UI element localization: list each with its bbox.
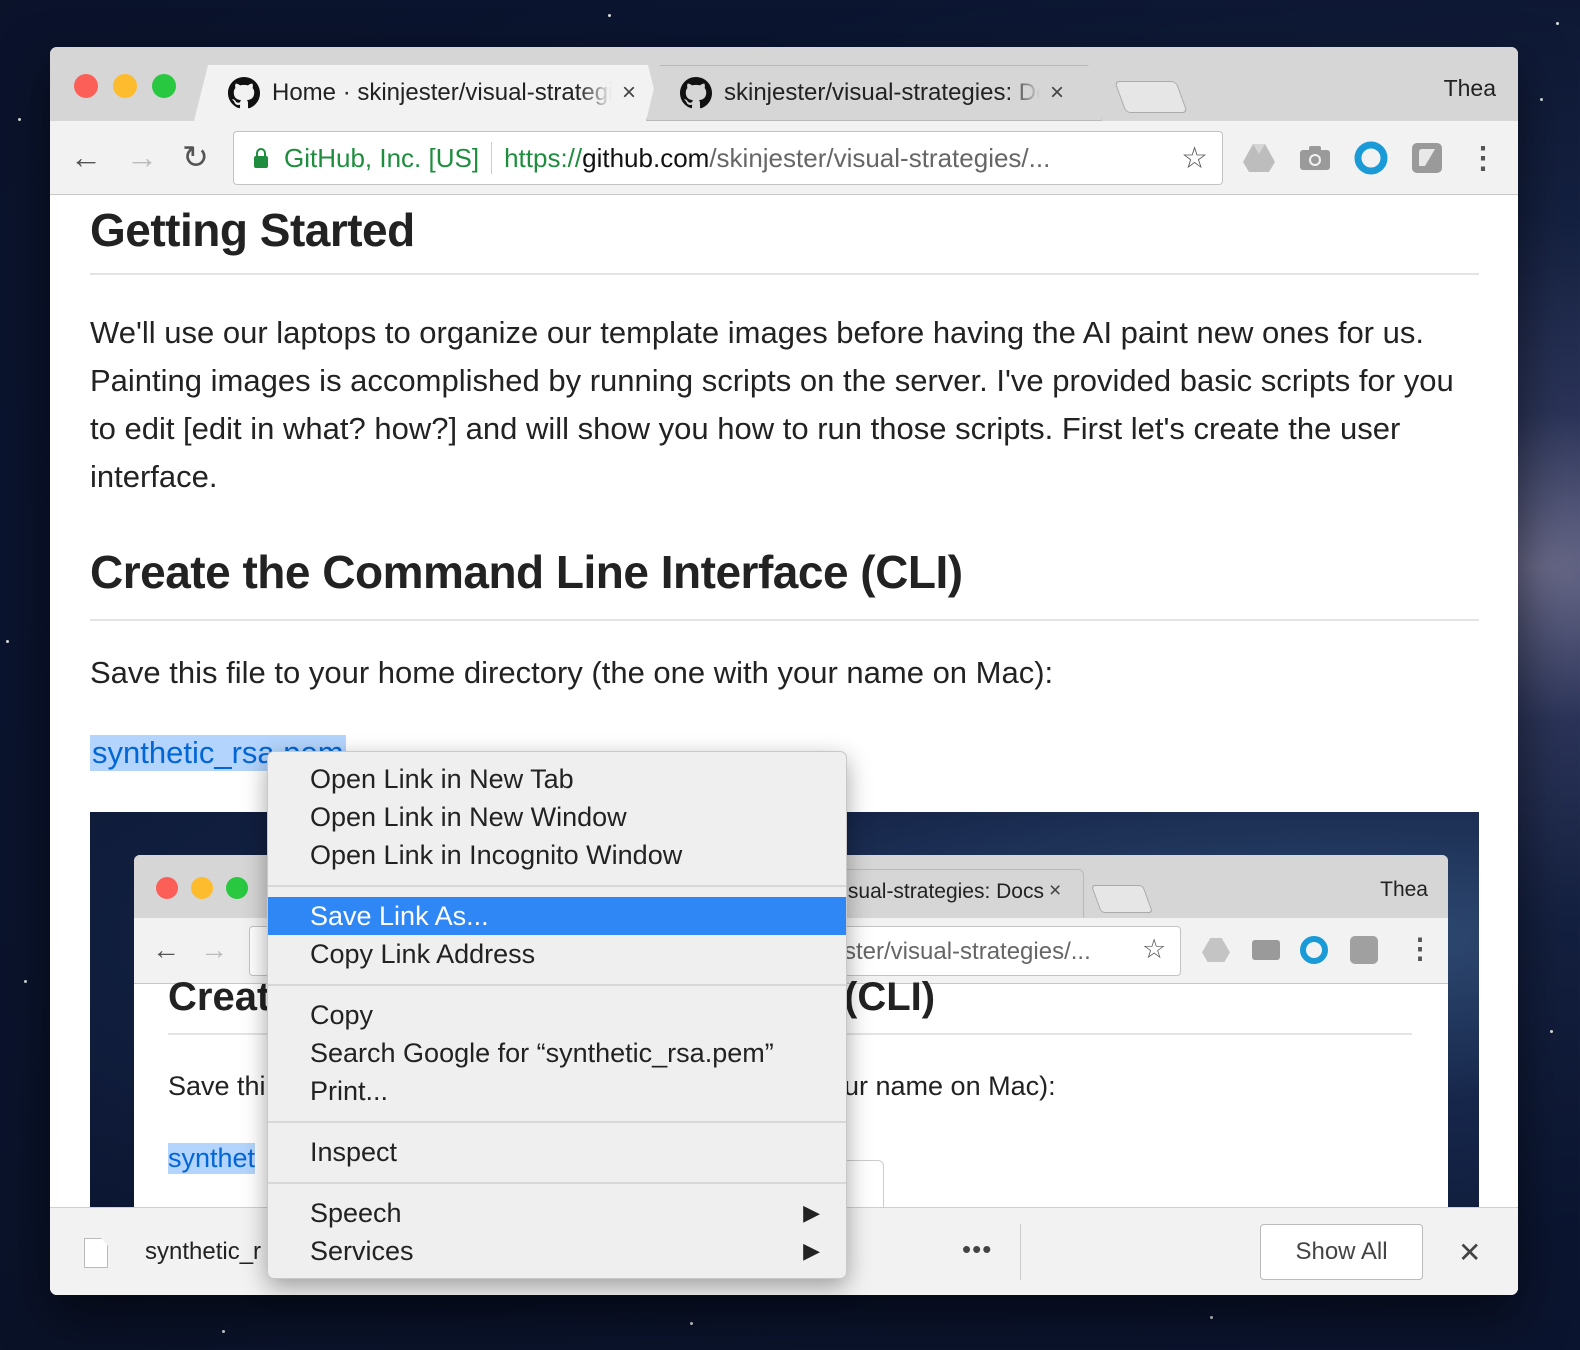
profile-name[interactable]: Thea <box>1444 75 1496 102</box>
tab-strip: Home · skinjester/visual-strategies × sk… <box>50 47 1518 121</box>
menu-item-search-google[interactable]: Search Google for “synthetic_rsa.pem” <box>268 1034 846 1072</box>
embedded-zoom-light <box>226 877 248 899</box>
heading-divider <box>90 619 1479 621</box>
menu-item-print[interactable]: Print... <box>268 1072 846 1110</box>
embedded-minimize-light <box>191 877 213 899</box>
menu-separator <box>268 1182 846 1184</box>
lock-icon <box>254 148 268 168</box>
show-all-button[interactable]: Show All <box>1260 1224 1423 1280</box>
embedded-link: synthet <box>168 1143 256 1174</box>
more-options-icon[interactable]: ••• <box>962 1234 992 1265</box>
embedded-close-light <box>156 877 178 899</box>
ring-icon[interactable] <box>1354 141 1388 175</box>
menu-item-inspect[interactable]: Inspect <box>268 1133 846 1171</box>
bookmark-star-icon[interactable]: ☆ <box>1181 141 1208 176</box>
file-icon <box>84 1238 108 1268</box>
url-host: github.com <box>582 142 710 173</box>
menu-item-save-link-as[interactable]: Save Link As... <box>268 897 846 935</box>
tab-docs[interactable]: skinjester/visual-strategies: Docs × <box>646 65 1102 121</box>
embedded-close-tab-icon: × <box>1049 879 1062 902</box>
extension-icon[interactable] <box>1410 141 1444 175</box>
ev-certificate-label[interactable]: GitHub, Inc. [US] <box>284 143 479 174</box>
menu-item-label: Services <box>310 1236 414 1266</box>
page-heading-getting-started: Getting Started <box>90 204 415 256</box>
menu-item-copy-link-address[interactable]: Copy Link Address <box>268 935 846 973</box>
reload-icon[interactable]: ↻ <box>182 141 209 173</box>
menu-item-open-incognito[interactable]: Open Link in Incognito Window <box>268 836 846 874</box>
heading-divider <box>90 273 1479 275</box>
embedded-profile-name: Thea <box>1380 878 1428 901</box>
embedded-drive-icon <box>1202 938 1230 962</box>
close-download-bar-icon[interactable]: ✕ <box>1458 1236 1481 1269</box>
tab-home[interactable]: Home · skinjester/visual-strategies × <box>194 65 662 121</box>
submenu-arrow-icon: ▶ <box>803 1200 820 1225</box>
embedded-text-left: Save thi <box>168 1071 266 1101</box>
new-tab-button[interactable] <box>1114 81 1188 113</box>
menu-item-open-new-window[interactable]: Open Link in New Window <box>268 798 846 836</box>
page-heading-cli: Create the Command Line Interface (CLI) <box>90 546 963 598</box>
close-tab-icon[interactable]: × <box>622 79 636 107</box>
embedded-star-icon: ☆ <box>1142 934 1167 964</box>
minimize-window-button[interactable] <box>113 74 137 98</box>
menu-item-open-new-tab[interactable]: Open Link in New Tab <box>268 760 846 798</box>
url-scheme: https:// <box>504 142 583 173</box>
menu-item-speech[interactable]: Speech ▶ <box>268 1194 846 1232</box>
menu-separator <box>268 1121 846 1123</box>
zoom-window-button[interactable] <box>152 74 176 98</box>
github-icon <box>680 77 712 109</box>
url-path: /skinjester/visual-strategies/... <box>709 142 1051 173</box>
embedded-forward-icon: → <box>200 934 228 965</box>
drive-icon[interactable] <box>1242 141 1276 175</box>
embedded-new-tab <box>1090 885 1154 913</box>
chrome-menu-icon[interactable]: ⋮ <box>1466 141 1500 175</box>
browser-toolbar: ← → ↻ GitHub, Inc. [US] https://github.c… <box>50 121 1518 195</box>
close-window-button[interactable] <box>74 74 98 98</box>
forward-icon[interactable]: → <box>126 141 158 173</box>
menu-item-label: Speech <box>310 1198 402 1228</box>
submenu-arrow-icon: ▶ <box>803 1238 820 1263</box>
menu-separator <box>268 984 846 986</box>
embedded-tab-title: skinjester/visual-strategies: Docs <box>844 880 1044 903</box>
github-icon <box>228 77 260 109</box>
embedded-heading-right: (CLI) <box>844 975 936 1019</box>
embedded-extension-icon <box>1350 936 1378 964</box>
url-text[interactable]: https://github.com/skinjester/visual-str… <box>504 143 1050 174</box>
close-tab-icon[interactable]: × <box>1050 79 1064 107</box>
tab-title: Home · skinjester/visual-strategies <box>272 79 612 106</box>
intro-paragraph: We'll use our laptops to organize our te… <box>90 315 1454 494</box>
back-icon[interactable]: ← <box>70 141 102 173</box>
save-instructions: Save this file to your home directory (t… <box>90 655 1054 690</box>
menu-item-copy[interactable]: Copy <box>268 996 846 1034</box>
menu-separator <box>268 885 846 887</box>
address-bar[interactable]: GitHub, Inc. [US] https://github.com/ski… <box>233 131 1223 185</box>
download-file-name[interactable]: synthetic_r <box>145 1238 261 1266</box>
context-menu: Open Link in New Tab Open Link in New Wi… <box>267 751 847 1279</box>
embedded-url-text: ster/visual-strategies/... <box>844 938 1091 965</box>
menu-item-services[interactable]: Services ▶ <box>268 1232 846 1270</box>
embedded-back-icon: ← <box>152 934 180 965</box>
embedded-heading-left: Creat <box>168 975 271 1019</box>
tab-title: skinjester/visual-strategies: Docs <box>724 79 1040 106</box>
embedded-menu-icon: ⋮ <box>1406 933 1434 964</box>
embedded-text-right: ur name on Mac): <box>844 1071 1056 1101</box>
embedded-camera-icon <box>1252 940 1280 960</box>
camera-icon[interactable] <box>1298 141 1332 175</box>
embedded-ring-icon <box>1300 936 1328 964</box>
